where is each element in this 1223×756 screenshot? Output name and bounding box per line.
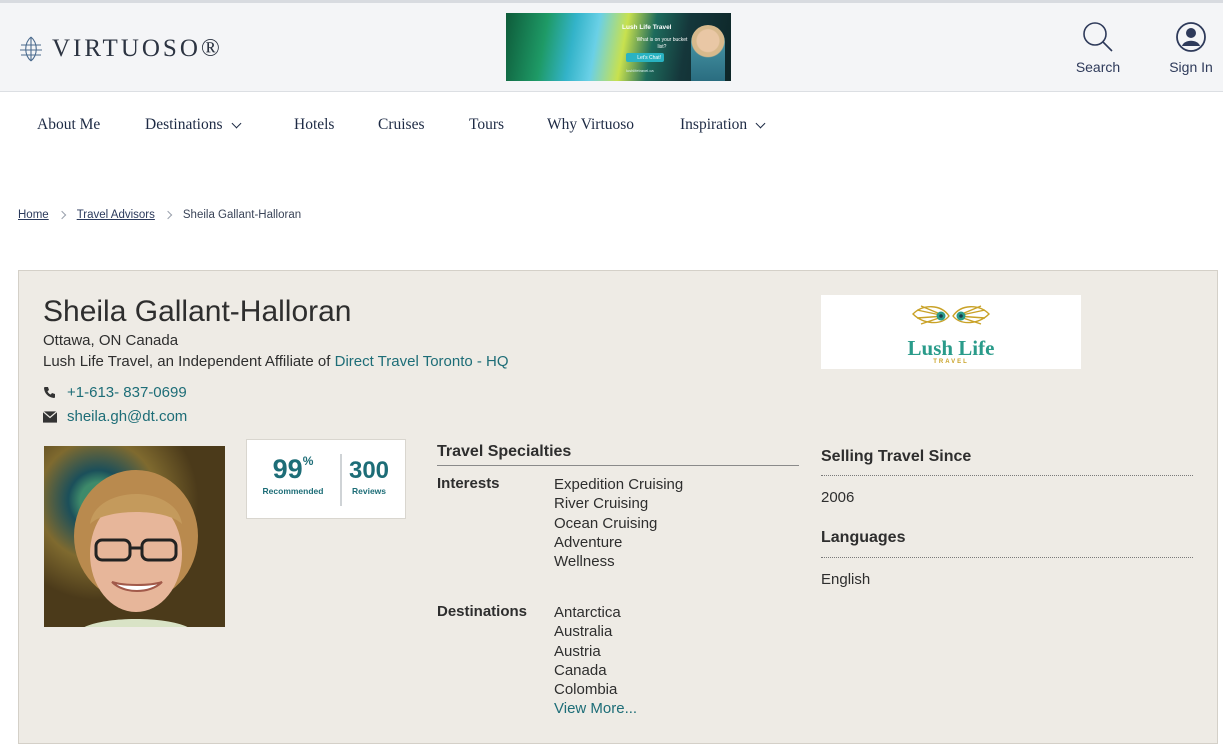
list-item: Australia bbox=[554, 623, 613, 641]
company-logo-name: Lush Life bbox=[907, 336, 995, 360]
list-item: Wellness bbox=[554, 553, 615, 571]
nav-item-cruises[interactable]: Cruises bbox=[378, 116, 425, 134]
reviews-count: 300 bbox=[348, 457, 390, 484]
sign-in-label: Sign In bbox=[1169, 59, 1213, 75]
languages-heading: Languages bbox=[821, 529, 906, 546]
advisor-portrait bbox=[74, 470, 198, 627]
list-item: Adventure bbox=[554, 533, 623, 551]
advisor-affiliation: Lush Life Travel, an Independent Affilia… bbox=[43, 353, 509, 370]
advisor-profile-card: Sheila Gallant-Halloran Ottawa, ON Canad… bbox=[18, 270, 1218, 744]
list-item: Expedition Cruising bbox=[554, 476, 684, 493]
affiliation-prefix: Lush Life Travel, an Independent Affilia… bbox=[43, 353, 335, 370]
globe-logo-icon bbox=[20, 36, 42, 62]
travel-specialties-heading: Travel Specialties bbox=[437, 443, 572, 460]
email-row: sheila.gh@dt.com bbox=[43, 408, 187, 425]
reviews-stat: 300 Reviews bbox=[343, 457, 395, 496]
list-item: Colombia bbox=[554, 681, 618, 699]
peacock-feather-icon bbox=[912, 305, 990, 325]
divider bbox=[821, 557, 1193, 558]
nav-label: Hotels bbox=[294, 116, 335, 133]
nav-label: Destinations bbox=[145, 116, 223, 133]
recommended-label: Recommended bbox=[262, 486, 324, 496]
envelope-icon bbox=[43, 410, 57, 423]
nav-item-why-virtuoso[interactable]: Why Virtuoso bbox=[547, 116, 634, 134]
sign-in-button[interactable]: Sign In bbox=[1164, 21, 1218, 75]
nav-item-inspiration[interactable]: Inspiration bbox=[680, 116, 766, 134]
site-header: VIRTUOSO ® Lush Life Travel What is on yo… bbox=[0, 0, 1223, 92]
languages-value: English bbox=[821, 571, 871, 588]
user-icon bbox=[1176, 22, 1206, 52]
breadcrumb: Home Travel Advisors Sheila Gallant-Hall… bbox=[18, 209, 301, 221]
list-item: River Cruising bbox=[554, 495, 649, 513]
search-label: Search bbox=[1075, 59, 1121, 75]
search-button[interactable]: Search bbox=[1070, 21, 1126, 75]
banner-cta: Let's Chat! bbox=[626, 53, 664, 62]
phone-icon bbox=[43, 386, 57, 399]
nav-item-destinations[interactable]: Destinations bbox=[145, 116, 241, 134]
breadcrumb-home[interactable]: Home bbox=[18, 209, 49, 221]
destinations-label: Destinations bbox=[437, 603, 528, 620]
agency-link[interactable]: Direct Travel Toronto - HQ bbox=[335, 353, 509, 370]
advisor-location: Ottawa, ON Canada bbox=[43, 332, 179, 349]
nav-item-hotels[interactable]: Hotels bbox=[294, 116, 334, 134]
phone-row: +1-613- 837-0699 bbox=[43, 384, 187, 401]
nav-label: Inspiration bbox=[680, 116, 748, 133]
rating-divider bbox=[340, 454, 342, 506]
phone-link[interactable]: +1-613- 837-0699 bbox=[67, 384, 187, 401]
banner-title: Lush Life Travel bbox=[622, 24, 672, 31]
company-logo: Lush Life TRAVEL bbox=[821, 295, 1081, 369]
list-item: Antarctica bbox=[554, 604, 621, 621]
view-more-link[interactable]: View More... bbox=[554, 700, 637, 717]
search-icon bbox=[1083, 22, 1113, 52]
breadcrumb-travel-advisors[interactable]: Travel Advisors bbox=[77, 209, 155, 221]
advisor-photo bbox=[44, 446, 225, 627]
list-item: Austria bbox=[554, 642, 601, 660]
divider bbox=[821, 475, 1193, 476]
list-item: Canada bbox=[554, 661, 607, 679]
list-item: Ocean Cruising bbox=[554, 514, 658, 532]
advisor-name: Sheila Gallant-Halloran bbox=[43, 295, 352, 328]
divider bbox=[437, 465, 799, 466]
main-nav: About Me Destinations Hotels Cruises Tou… bbox=[0, 92, 1223, 154]
nav-item-tours[interactable]: Tours bbox=[469, 116, 504, 134]
selling-since-value: 2006 bbox=[821, 489, 855, 506]
percent-sign: % bbox=[302, 454, 314, 468]
nav-label: Why Virtuoso bbox=[547, 116, 635, 133]
breadcrumb-current: Sheila Gallant-Halloran bbox=[182, 209, 302, 221]
company-logo-sub: TRAVEL bbox=[933, 359, 969, 365]
recommended-stat: 99% Recommended bbox=[247, 454, 339, 496]
selling-since-heading: Selling Travel Since bbox=[821, 448, 972, 465]
chevron-down-icon bbox=[231, 118, 241, 128]
nav-label: Cruises bbox=[378, 116, 425, 133]
rating-box[interactable]: 99% Recommended 300 Reviews bbox=[246, 439, 406, 519]
interests-label: Interests bbox=[437, 475, 500, 492]
nav-label: About Me bbox=[37, 116, 101, 133]
banner-url: lushlifetravel.ca bbox=[626, 68, 654, 73]
chevron-right-icon bbox=[57, 210, 66, 220]
registered-mark: ® bbox=[200, 35, 223, 62]
banner-subtitle: What is on your bucket list? bbox=[636, 37, 688, 50]
virtuoso-logo[interactable]: VIRTUOSO ® bbox=[18, 35, 223, 63]
logo-wordmark: VIRTUOSO bbox=[52, 35, 201, 62]
recommended-value: 99% bbox=[247, 454, 339, 484]
destinations-list: Antarctica Australia Austria Canada Colo… bbox=[554, 603, 637, 719]
reviews-label: Reviews bbox=[351, 486, 387, 496]
advertisement-banner[interactable]: Lush Life Travel What is on your bucket … bbox=[506, 13, 731, 81]
chevron-down-icon bbox=[755, 118, 766, 128]
nav-label: Tours bbox=[469, 116, 505, 133]
banner-photo bbox=[691, 25, 725, 81]
chevron-right-icon bbox=[163, 210, 173, 220]
nav-item-about-me[interactable]: About Me bbox=[37, 116, 100, 134]
recommended-number: 99 bbox=[272, 454, 303, 484]
interests-list: Expedition Cruising River Cruising Ocean… bbox=[554, 475, 683, 571]
email-link[interactable]: sheila.gh@dt.com bbox=[67, 408, 187, 425]
